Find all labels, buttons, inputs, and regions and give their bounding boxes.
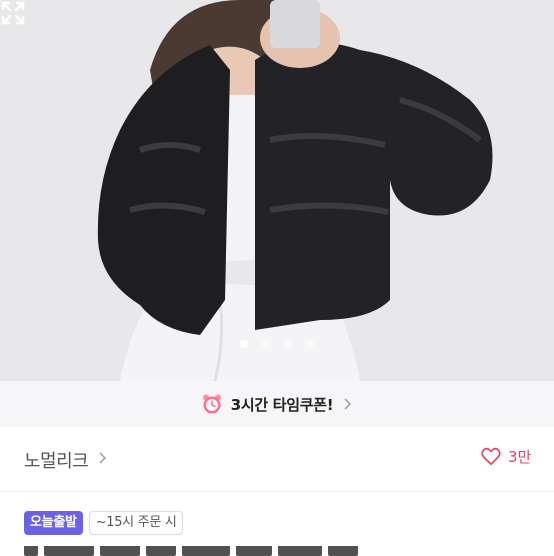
shop-info-row: 노멀리크 3만 [0,427,554,492]
product-title-cutoff [24,546,444,556]
expand-icon[interactable] [0,0,26,26]
chevron-right-icon [344,398,352,410]
today-shipping-badge: 오늘출발 [24,511,83,535]
carousel-dot[interactable] [262,340,270,348]
carousel-dot-active[interactable] [240,340,248,348]
delivery-badges: 오늘출발 ~15시 주문 시 [24,511,184,535]
time-coupon-banner[interactable]: 3시간 타임쿠폰! [0,381,554,427]
carousel-indicator [0,340,554,348]
order-deadline-badge: ~15시 주문 시 [88,511,184,535]
shop-name-link[interactable]: 노멀리크 [24,447,89,473]
product-photo [0,0,554,381]
carousel-dot[interactable] [284,340,292,348]
like-button[interactable]: 3만 [480,445,531,467]
chevron-right-icon [99,452,106,464]
carousel-dot[interactable] [306,340,314,348]
like-count: 3만 [508,447,532,466]
heart-icon [481,447,501,466]
product-image-carousel[interactable] [0,0,554,381]
coupon-label: 3시간 타임쿠폰! [230,395,334,414]
alarm-clock-icon [202,394,221,414]
